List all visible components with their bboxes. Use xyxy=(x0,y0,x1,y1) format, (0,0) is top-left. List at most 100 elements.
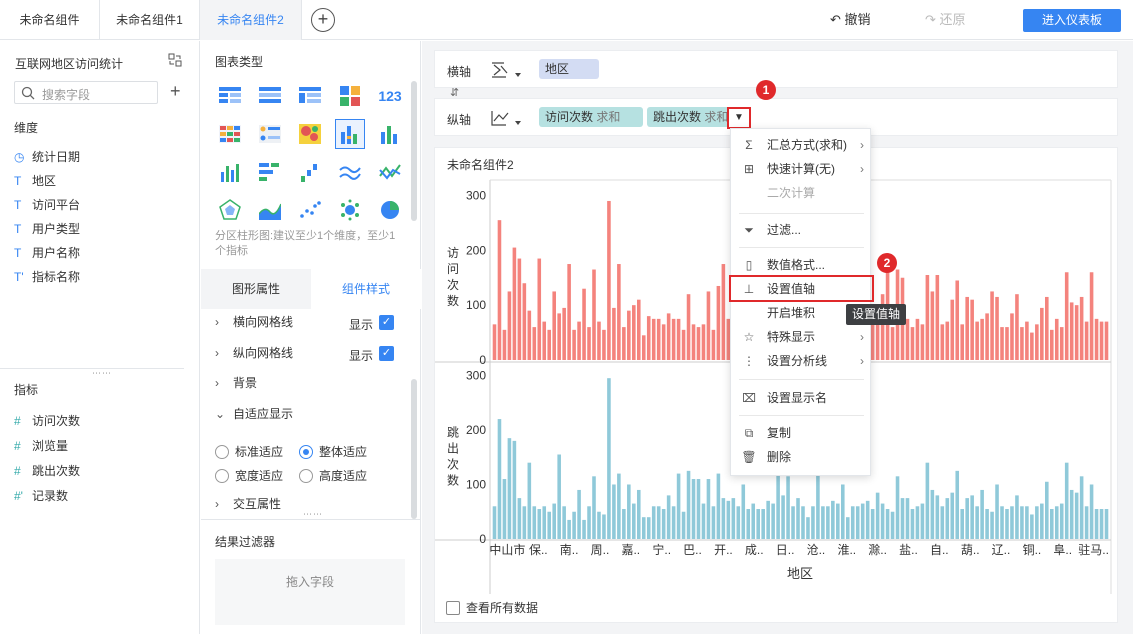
bar[interactable] xyxy=(736,506,741,539)
bar[interactable] xyxy=(632,305,636,360)
bar[interactable] xyxy=(517,498,522,539)
bar[interactable] xyxy=(537,509,542,539)
bar[interactable] xyxy=(706,291,711,360)
menu-item-aggregate[interactable]: Σ 汇总方式(求和) › xyxy=(731,133,872,157)
bar[interactable] xyxy=(587,327,591,360)
bar[interactable] xyxy=(567,519,571,539)
bar[interactable] xyxy=(627,310,631,360)
axis-type-dropdown[interactable] xyxy=(491,61,523,81)
bar[interactable] xyxy=(562,506,566,539)
bar[interactable] xyxy=(985,509,989,539)
redo-button[interactable]: ↷ 还原 xyxy=(925,10,966,30)
bar[interactable] xyxy=(1025,321,1029,360)
radio-standard[interactable]: 标准适应 xyxy=(215,444,283,460)
bar[interactable] xyxy=(522,506,527,539)
bar[interactable] xyxy=(537,258,542,360)
polyline-icon[interactable] xyxy=(375,157,405,187)
bar[interactable] xyxy=(502,329,507,360)
bar[interactable] xyxy=(1094,318,1099,360)
bar[interactable] xyxy=(935,495,940,539)
bar[interactable] xyxy=(582,519,586,539)
bar[interactable] xyxy=(527,310,532,360)
bar[interactable] xyxy=(617,473,621,539)
bar[interactable] xyxy=(731,498,736,539)
detail-table-icon[interactable] xyxy=(255,119,285,149)
bar[interactable] xyxy=(746,509,751,539)
bar[interactable] xyxy=(910,327,915,360)
bar[interactable] xyxy=(965,296,969,360)
bar[interactable] xyxy=(1054,318,1059,360)
bar[interactable] xyxy=(676,318,681,360)
bar[interactable] xyxy=(532,506,537,539)
bar[interactable] xyxy=(1010,313,1014,360)
bar[interactable] xyxy=(1035,324,1039,360)
bar[interactable] xyxy=(1079,476,1084,539)
bar[interactable] xyxy=(701,324,706,360)
interaction-row[interactable]: › 交互属性 xyxy=(215,492,281,516)
bar[interactable] xyxy=(880,503,885,539)
metric-item[interactable]: # 跳出次数 xyxy=(14,461,80,481)
bar[interactable] xyxy=(641,517,646,539)
bar[interactable] xyxy=(517,258,522,360)
bar[interactable] xyxy=(721,498,726,539)
metric-item[interactable]: # 访问次数 xyxy=(14,411,80,431)
result-filter-dropzone[interactable]: 拖入字段 xyxy=(215,559,405,625)
horizontal-gridline-row[interactable]: › 横向网格线 xyxy=(215,310,293,334)
bar[interactable] xyxy=(920,324,925,360)
bar[interactable] xyxy=(1015,294,1019,360)
bar[interactable] xyxy=(935,275,940,360)
bar[interactable] xyxy=(915,318,920,360)
dimension-item[interactable]: T 用户名称 xyxy=(14,243,80,263)
bar[interactable] xyxy=(806,517,810,539)
heatmap-icon[interactable] xyxy=(295,119,325,149)
bar[interactable] xyxy=(1089,484,1094,539)
bar[interactable] xyxy=(1005,509,1009,539)
bar[interactable] xyxy=(1040,503,1044,539)
tab-component-style[interactable]: 组件样式 xyxy=(311,269,421,309)
tab-component[interactable]: 未命名组件 xyxy=(0,0,100,40)
bar[interactable] xyxy=(607,200,611,360)
bar[interactable] xyxy=(1099,509,1104,539)
bar[interactable] xyxy=(532,327,537,360)
bar[interactable] xyxy=(816,470,820,539)
dimension-item[interactable]: ◷ 统计日期 xyxy=(14,147,80,167)
group-table-icon[interactable] xyxy=(255,81,285,111)
bar[interactable] xyxy=(691,479,696,539)
bar[interactable] xyxy=(542,321,547,360)
bar[interactable] xyxy=(671,318,676,360)
radar-chart-icon[interactable] xyxy=(215,195,245,225)
bar[interactable] xyxy=(1069,302,1074,360)
metric-item[interactable]: #' 记录数 xyxy=(14,486,68,506)
add-tab-button[interactable]: + xyxy=(311,8,335,32)
partition-bar-chart-icon[interactable] xyxy=(335,119,365,149)
x-axis-field-pill[interactable]: 地区 xyxy=(539,59,599,79)
bar[interactable] xyxy=(1064,462,1069,539)
bar[interactable] xyxy=(567,264,571,360)
bar[interactable] xyxy=(1030,332,1034,360)
bar[interactable] xyxy=(1054,506,1059,539)
bar[interactable] xyxy=(592,269,596,360)
menu-item-display-name[interactable]: ⌧ 设置显示名 xyxy=(731,386,872,410)
tab-component-2[interactable]: 未命名组件2 xyxy=(200,0,302,40)
horizontal-gridline-checkbox[interactable]: ✓ xyxy=(379,315,394,330)
bar[interactable] xyxy=(696,327,701,360)
bar[interactable] xyxy=(582,288,586,360)
bar[interactable] xyxy=(701,503,706,539)
bar[interactable] xyxy=(572,329,576,360)
bar[interactable] xyxy=(562,307,566,360)
bar[interactable] xyxy=(796,498,800,539)
bar[interactable] xyxy=(940,506,945,539)
tab-component-1[interactable]: 未命名组件1 xyxy=(100,0,200,40)
bar[interactable] xyxy=(995,484,999,539)
bar[interactable] xyxy=(627,484,631,539)
bar[interactable] xyxy=(552,291,556,360)
bar[interactable] xyxy=(930,291,935,360)
bar[interactable] xyxy=(1045,296,1049,360)
bar[interactable] xyxy=(980,318,984,360)
bar[interactable] xyxy=(945,321,950,360)
bar[interactable] xyxy=(895,476,900,539)
bar[interactable] xyxy=(756,509,760,539)
bar[interactable] xyxy=(1025,506,1029,539)
bar[interactable] xyxy=(1074,492,1079,539)
bar[interactable] xyxy=(646,316,651,360)
